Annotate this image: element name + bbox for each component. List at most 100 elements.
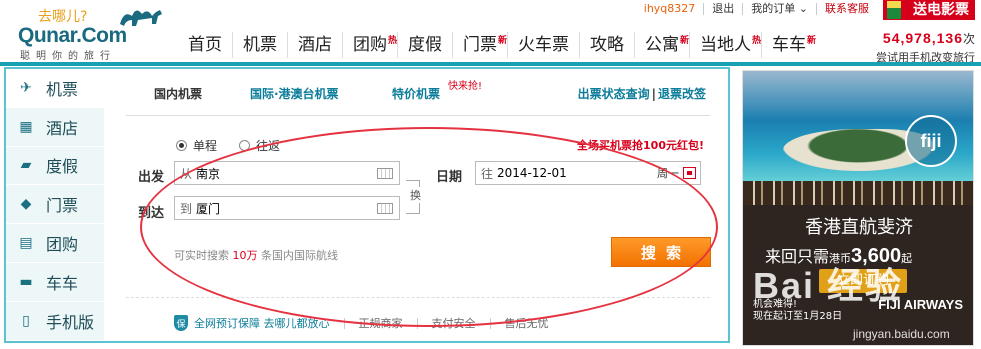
- chevron-down-icon: ⌄: [798, 2, 808, 15]
- footer-separator: [343, 317, 345, 329]
- suitcase-icon: ▰: [20, 157, 32, 174]
- nav-tab-vacation[interactable]: 度假: [397, 32, 452, 58]
- tab-domestic-flights[interactable]: 国内机票: [154, 85, 202, 102]
- ad-title: 香港直航斐济: [805, 217, 913, 238]
- logo-slogan: 聪明你的旅行: [20, 51, 116, 62]
- search-panel: ✈ 机票 ▦ 酒店 ▰ 度假 ◆ 门票 ▤ 团购 ▬ 车车 ▯ 手机版 国内机票…: [4, 67, 730, 343]
- hint-number: 10万: [232, 249, 258, 262]
- oneway-radio[interactable]: 单程: [176, 137, 217, 154]
- nav-tab-locals[interactable]: 当地人热: [689, 32, 761, 58]
- qunar-logo[interactable]: 去哪儿? Qunar.Com 聪明你的旅行: [18, 4, 168, 62]
- nav-tab-label: 酒店: [298, 35, 332, 55]
- tab-special-flights[interactable]: 特价机票: [392, 85, 440, 102]
- sidebar-item-mobile[interactable]: ▯ 手机版: [6, 302, 104, 341]
- ticket-status-link[interactable]: 出票状态查询: [578, 87, 650, 101]
- guarantee-bar: 保 全网预订保障 去哪儿都放心 正规商家 支付安全 售后无忧: [174, 315, 549, 331]
- username-link[interactable]: ihyq8327: [636, 3, 705, 15]
- to-city-value: 厦门: [196, 201, 221, 216]
- to-label: 到达: [138, 206, 165, 221]
- from-prefix: 从: [180, 166, 193, 181]
- hot-badge: 热: [751, 36, 761, 46]
- weekday-label: 周一: [657, 167, 679, 180]
- tabs-divider: [126, 115, 710, 116]
- new-badge: 新: [806, 36, 816, 46]
- basket-icon: ▤: [19, 235, 33, 252]
- search-button[interactable]: 搜索: [611, 237, 711, 267]
- ad-note-line: 现在起订至1月28日: [753, 311, 843, 322]
- sidebar-item-tickets[interactable]: ◆ 门票: [6, 185, 104, 225]
- car-icon: ▬: [19, 273, 33, 290]
- roundtrip-label: 往返: [256, 139, 281, 153]
- user-bar: ihyq8327 退出 我的订单 ⌄ 联系客服: [636, 0, 877, 18]
- fiji-ad-banner[interactable]: fiji 香港直航斐济 来回只需港币3,600起 立即订购 Bai 经验 机会难…: [742, 70, 974, 346]
- footer-divider: [126, 297, 710, 298]
- flight-subtabs: 国内机票 国际·港澳台机票 特价机票 快来抢! 出票状态查询 | 退票改签: [146, 81, 706, 109]
- nav-tab-tickets[interactable]: 门票新: [452, 32, 507, 58]
- hint-post: 条国内国际航线: [261, 249, 338, 262]
- sidebar-item-groupbuy[interactable]: ▤ 团购: [6, 224, 104, 263]
- oneway-label: 单程: [193, 139, 218, 153]
- ad-note-line: 机会难得!: [753, 299, 798, 310]
- nav-tab-hotels[interactable]: 酒店: [287, 32, 342, 58]
- city-list-icon[interactable]: [377, 202, 393, 214]
- logo-en: Qunar.Com: [18, 24, 127, 47]
- tab-intl-flights[interactable]: 国际·港澳台机票: [250, 85, 339, 102]
- nav-tab-label: 攻略: [590, 35, 624, 55]
- nav-tab-cars[interactable]: 车车新: [761, 32, 816, 58]
- sidebar-item-cars[interactable]: ▬ 车车: [6, 263, 104, 302]
- new-badge: 新: [679, 36, 689, 46]
- from-city-input[interactable]: 从 南京: [174, 161, 400, 185]
- sidebar-item-label: 机票: [46, 79, 79, 99]
- swap-cities-button[interactable]: 换: [410, 187, 421, 203]
- to-prefix: 到: [180, 201, 193, 216]
- nav-tab-label: 公寓: [645, 35, 679, 55]
- footer-separator: [489, 317, 491, 329]
- nav-tab-flights[interactable]: 机票: [232, 32, 287, 58]
- radio-dot: [176, 140, 187, 151]
- date-input[interactable]: 往 2014-12-01 周一: [475, 161, 701, 185]
- from-label: 出发: [138, 170, 165, 185]
- date-value: 2014-12-01: [497, 166, 567, 180]
- from-city-value: 南京: [196, 166, 221, 181]
- roundtrip-radio[interactable]: 往返: [239, 137, 280, 154]
- nav-tab-trains[interactable]: 火车票: [507, 32, 579, 58]
- link-separator: |: [651, 87, 656, 101]
- red-envelope-promo[interactable]: 全场买机票抢100元红包!: [577, 137, 704, 153]
- plane-icon: ✈: [20, 79, 32, 96]
- nav-tab-apartments[interactable]: 公寓新: [634, 32, 689, 58]
- tag-icon: ◆: [20, 196, 32, 213]
- fiji-airways-logo: FIJI AIRWAYS: [878, 297, 963, 312]
- footer-separator: [416, 317, 418, 329]
- footer-item: 支付安全: [431, 317, 476, 330]
- calendar-icon[interactable]: [683, 167, 696, 179]
- guarantee-link[interactable]: 全网预订保障 去哪儿都放心: [194, 315, 330, 331]
- promo-label: 送电影票: [913, 2, 969, 18]
- refund-change-link[interactable]: 退票改签: [658, 87, 706, 101]
- nav-tab-label: 首页: [188, 35, 222, 55]
- to-city-input[interactable]: 到 厦门: [174, 196, 400, 220]
- my-orders-menu[interactable]: 我的订单 ⌄: [743, 3, 817, 15]
- footer-item: 售后无忧: [504, 317, 549, 330]
- building-icon: ▦: [19, 118, 33, 135]
- movie-ticket-promo[interactable]: 送电影票: [883, 0, 975, 20]
- main-nav: 首页 机票 酒店 团购热 度假 门票新 火车票 攻略 公寓新 当地人热 车车新: [178, 32, 816, 58]
- header-divider: [0, 62, 981, 66]
- nav-tab-label: 度假: [408, 35, 442, 55]
- city-list-icon[interactable]: [377, 167, 393, 179]
- sidebar-item-vacation[interactable]: ▰ 度假: [6, 147, 104, 186]
- shield-icon: 保: [174, 315, 188, 331]
- phone-icon: ▯: [22, 312, 30, 329]
- fiji-logo: fiji: [905, 115, 957, 167]
- date-prefix: 往: [481, 166, 494, 181]
- nav-tab-label: 门票: [463, 35, 497, 55]
- sidebar-item-flights[interactable]: ✈ 机票: [6, 69, 106, 108]
- nav-tab-guides[interactable]: 攻略: [579, 32, 634, 58]
- nav-tab-home[interactable]: 首页: [178, 32, 232, 58]
- logout-link[interactable]: 退出: [704, 3, 744, 15]
- new-badge: 新: [497, 36, 507, 46]
- nav-tab-groupbuy[interactable]: 团购热: [342, 32, 397, 58]
- trip-counter: 54,978,136次 尝试用手机改变旅行: [876, 30, 975, 65]
- sidebar-item-hotels[interactable]: ▦ 酒店: [6, 108, 104, 147]
- nav-tab-label: 当地人: [700, 35, 751, 55]
- contact-service-link[interactable]: 联系客服: [817, 3, 877, 15]
